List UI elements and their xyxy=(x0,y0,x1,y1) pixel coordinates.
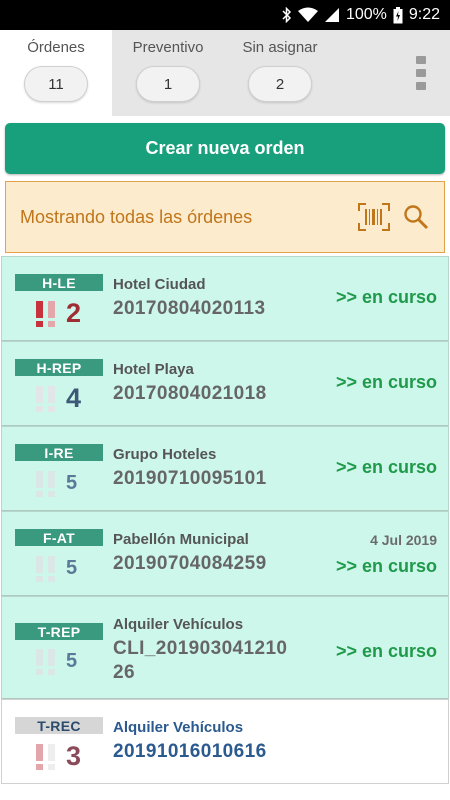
priority-number: 2 xyxy=(66,298,82,328)
priority-number: 4 xyxy=(66,383,82,413)
order-row[interactable]: F-AT 5 Pabellón Municipal 20190704084259… xyxy=(1,511,449,596)
order-code: 20190710095101 xyxy=(113,468,267,489)
order-row[interactable]: H-LE 2 Hotel Ciudad 20170804020113 >> en… xyxy=(1,256,449,341)
order-code: 20190704084259 xyxy=(113,553,267,574)
order-client: Pabellón Municipal xyxy=(113,531,249,548)
order-code: CLI_201903041210 26 xyxy=(113,638,288,683)
barcode-scan-icon[interactable] xyxy=(356,199,392,235)
priority-exclamation-icon xyxy=(36,744,55,770)
order-code: 20170804020113 xyxy=(113,298,266,319)
menu-dot-icon xyxy=(416,82,426,90)
priority-number: 5 xyxy=(66,650,78,672)
order-status: >> en curso xyxy=(335,556,437,576)
tab-sin-asignar-label: Sin asignar xyxy=(242,39,318,56)
priority-exclamation-icon xyxy=(36,649,55,675)
order-type-badge: H-LE xyxy=(15,274,103,291)
tab-preventivo-label: Preventivo xyxy=(132,39,204,56)
order-client: Grupo Hoteles xyxy=(113,446,217,463)
priority-indicator: 5 xyxy=(34,645,77,675)
tab-preventivo[interactable]: Preventivo 1 xyxy=(112,30,224,116)
priority-exclamation-icon xyxy=(36,301,55,327)
order-row[interactable]: I-RE 5 Grupo Hoteles 20190710095101 >> e… xyxy=(1,426,449,511)
battery-icon xyxy=(393,6,403,24)
order-client: Alquiler Vehículos xyxy=(113,719,244,736)
overflow-menu-button[interactable] xyxy=(400,30,450,116)
priority-exclamation-icon xyxy=(36,556,55,582)
filter-text: Mostrando todas las órdenes xyxy=(20,206,253,227)
priority-indicator: 5 xyxy=(34,552,77,582)
order-type-badge: T-REC xyxy=(15,717,103,734)
menu-dot-icon xyxy=(416,69,426,77)
tab-ordenes[interactable]: Órdenes 11 xyxy=(0,30,112,116)
tab-preventivo-count: 1 xyxy=(136,66,200,102)
order-type-badge: H-REP xyxy=(15,359,103,376)
priority-indicator: 3 xyxy=(34,740,81,770)
filter-bar: Mostrando todas las órdenes xyxy=(5,181,445,253)
clock: 9:22 xyxy=(408,6,440,23)
menu-dot-icon xyxy=(416,56,426,64)
wifi-icon xyxy=(297,7,318,23)
priority-indicator: 2 xyxy=(34,297,81,327)
priority-exclamation-icon xyxy=(36,471,55,497)
order-status: >> en curso xyxy=(335,287,437,307)
signal-icon xyxy=(324,7,340,23)
order-code: 20170804021018 xyxy=(113,383,267,404)
priority-number: 3 xyxy=(66,741,82,771)
order-type-badge: F-AT xyxy=(15,529,103,546)
order-status: >> en curso xyxy=(335,641,437,661)
priority-exclamation-icon xyxy=(36,386,55,412)
order-client: Alquiler Vehículos xyxy=(113,616,244,633)
status-bar: 100% 9:22 xyxy=(0,0,450,30)
order-row[interactable]: T-REP 5 Alquiler Vehículos CLI_201903041… xyxy=(1,596,449,699)
priority-number: 5 xyxy=(66,472,78,494)
order-row[interactable]: T-REC 3 Alquiler Vehículos 2019101601061… xyxy=(1,699,449,784)
order-type-badge: T-REP xyxy=(15,623,103,640)
order-client: Hotel Playa xyxy=(113,361,194,378)
bluetooth-icon xyxy=(282,7,292,23)
order-status: >> en curso xyxy=(335,372,437,392)
order-type-badge: I-RE xyxy=(15,444,103,461)
priority-number: 5 xyxy=(66,557,78,579)
order-status: >> en curso xyxy=(335,457,437,477)
search-icon[interactable] xyxy=(398,199,434,235)
battery-percent: 100% xyxy=(345,6,387,23)
order-row[interactable]: H-REP 4 Hotel Playa 20170804021018 >> en… xyxy=(1,341,449,426)
tab-sin-asignar-count: 2 xyxy=(248,66,312,102)
order-code: 20191016010616 xyxy=(113,741,267,762)
tab-bar: Órdenes 11 Preventivo 1 Sin asignar 2 xyxy=(0,30,450,116)
order-client: Hotel Ciudad xyxy=(113,276,206,293)
tab-ordenes-count: 11 xyxy=(24,66,88,102)
tab-ordenes-label: Órdenes xyxy=(27,39,85,56)
order-date: 4 Jul 2019 xyxy=(370,532,437,548)
priority-indicator: 5 xyxy=(34,467,77,497)
orders-list: H-LE 2 Hotel Ciudad 20170804020113 >> en… xyxy=(0,256,450,784)
tab-sin-asignar[interactable]: Sin asignar 2 xyxy=(224,30,336,116)
priority-indicator: 4 xyxy=(34,382,81,412)
create-order-button[interactable]: Crear nueva orden xyxy=(5,123,445,174)
